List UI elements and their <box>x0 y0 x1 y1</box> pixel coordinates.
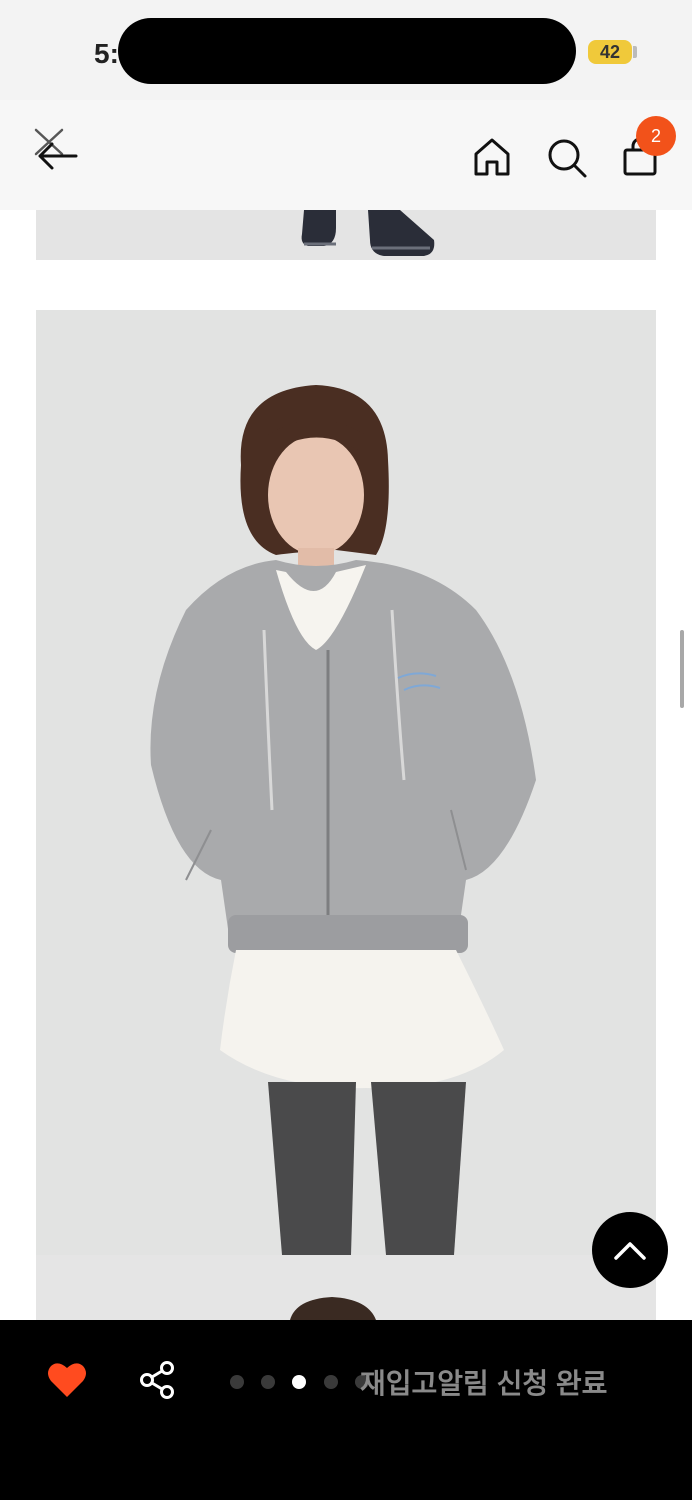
search-icon[interactable] <box>546 137 588 179</box>
scroll-top-button[interactable] <box>592 1212 668 1288</box>
back-arrow-icon[interactable] <box>28 122 84 178</box>
product-image[interactable] <box>36 1255 656 1320</box>
status-bar: 5: 42 <box>0 0 692 100</box>
battery-level: 42 <box>588 40 632 64</box>
sneakers-illustration <box>301 210 435 256</box>
top-nav <box>0 100 692 210</box>
battery-tip <box>633 46 637 58</box>
page-dot[interactable] <box>230 1375 244 1389</box>
scroll-indicator[interactable] <box>680 630 684 708</box>
page-dot-active[interactable] <box>292 1375 306 1389</box>
next-image-illustration <box>290 1297 376 1320</box>
bottom-action-bar <box>0 1320 692 1500</box>
product-image[interactable] <box>36 310 656 1255</box>
share-icon[interactable] <box>138 1360 176 1400</box>
page-dot[interactable] <box>261 1375 275 1389</box>
chevron-up-icon <box>614 1242 646 1260</box>
product-image[interactable] <box>36 210 656 260</box>
model-illustration <box>150 385 536 1255</box>
home-icon[interactable] <box>472 136 512 178</box>
status-time: 5: <box>94 38 119 69</box>
cart-count-badge: 2 <box>636 116 676 156</box>
dynamic-island <box>118 18 576 84</box>
page-dot[interactable] <box>324 1375 338 1389</box>
restock-alert-button[interactable]: 재입고알림 신청 완료 <box>360 1362 607 1402</box>
heart-icon[interactable] <box>46 1360 88 1400</box>
